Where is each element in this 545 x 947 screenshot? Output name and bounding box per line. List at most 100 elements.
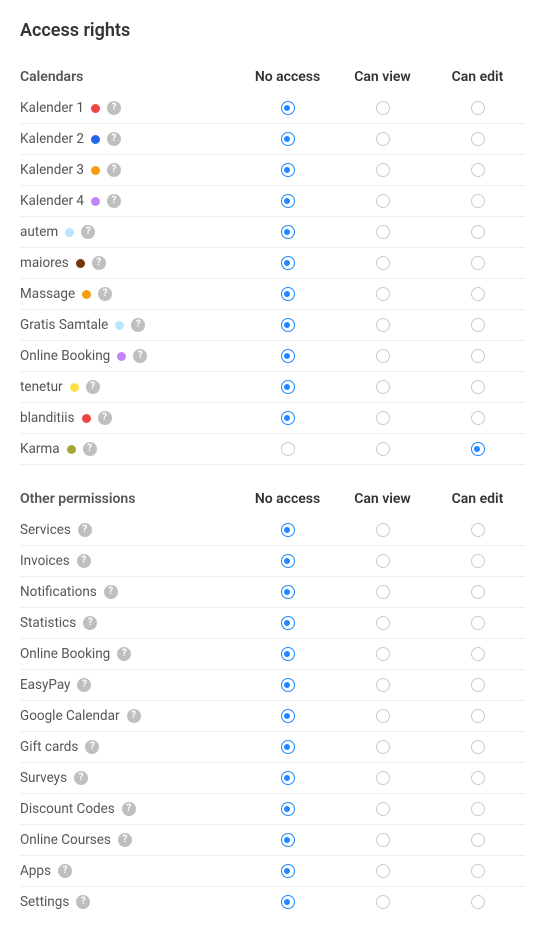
- radio-can-edit[interactable]: [471, 771, 485, 785]
- help-icon[interactable]: ?: [83, 616, 97, 630]
- radio-can-edit[interactable]: [471, 225, 485, 239]
- help-icon[interactable]: ?: [86, 380, 100, 394]
- radio-no-access[interactable]: [281, 585, 295, 599]
- radio-no-access[interactable]: [281, 101, 295, 115]
- radio-no-access[interactable]: [281, 287, 295, 301]
- radio-can-edit[interactable]: [471, 678, 485, 692]
- radio-can-edit[interactable]: [471, 709, 485, 723]
- radio-can-edit[interactable]: [471, 163, 485, 177]
- radio-no-access[interactable]: [281, 523, 295, 537]
- radio-no-access[interactable]: [281, 411, 295, 425]
- radio-no-access[interactable]: [281, 647, 295, 661]
- help-icon[interactable]: ?: [85, 740, 99, 754]
- radio-can-view[interactable]: [376, 585, 390, 599]
- radio-can-edit[interactable]: [471, 411, 485, 425]
- radio-no-access[interactable]: [281, 349, 295, 363]
- radio-can-view[interactable]: [376, 256, 390, 270]
- radio-can-edit[interactable]: [471, 380, 485, 394]
- radio-no-access[interactable]: [281, 895, 295, 909]
- radio-can-edit[interactable]: [471, 442, 485, 456]
- radio-can-view[interactable]: [376, 616, 390, 630]
- radio-no-access[interactable]: [281, 833, 295, 847]
- radio-no-access[interactable]: [281, 802, 295, 816]
- help-icon[interactable]: ?: [107, 163, 121, 177]
- radio-can-edit[interactable]: [471, 256, 485, 270]
- help-icon[interactable]: ?: [83, 442, 97, 456]
- radio-no-access[interactable]: [281, 132, 295, 146]
- radio-can-edit[interactable]: [471, 895, 485, 909]
- radio-can-view[interactable]: [376, 411, 390, 425]
- radio-can-view[interactable]: [376, 554, 390, 568]
- help-icon[interactable]: ?: [81, 225, 95, 239]
- help-icon[interactable]: ?: [74, 771, 88, 785]
- radio-can-view[interactable]: [376, 895, 390, 909]
- radio-can-edit[interactable]: [471, 287, 485, 301]
- help-icon[interactable]: ?: [131, 318, 145, 332]
- help-icon[interactable]: ?: [107, 194, 121, 208]
- radio-can-view[interactable]: [376, 678, 390, 692]
- help-icon[interactable]: ?: [78, 523, 92, 537]
- radio-can-edit[interactable]: [471, 740, 485, 754]
- radio-no-access[interactable]: [281, 864, 295, 878]
- radio-can-edit[interactable]: [471, 132, 485, 146]
- radio-can-view[interactable]: [376, 771, 390, 785]
- radio-can-edit[interactable]: [471, 318, 485, 332]
- radio-can-view[interactable]: [376, 523, 390, 537]
- radio-can-edit[interactable]: [471, 349, 485, 363]
- radio-can-view[interactable]: [376, 287, 390, 301]
- help-icon[interactable]: ?: [107, 101, 121, 115]
- radio-can-view[interactable]: [376, 318, 390, 332]
- radio-can-view[interactable]: [376, 709, 390, 723]
- radio-no-access[interactable]: [281, 194, 295, 208]
- help-icon[interactable]: ?: [58, 864, 72, 878]
- radio-can-view[interactable]: [376, 132, 390, 146]
- radio-can-edit[interactable]: [471, 554, 485, 568]
- radio-no-access[interactable]: [281, 380, 295, 394]
- radio-no-access[interactable]: [281, 442, 295, 456]
- help-icon[interactable]: ?: [77, 554, 91, 568]
- radio-no-access[interactable]: [281, 709, 295, 723]
- help-icon[interactable]: ?: [98, 287, 112, 301]
- help-icon[interactable]: ?: [104, 585, 118, 599]
- radio-no-access[interactable]: [281, 678, 295, 692]
- help-icon[interactable]: ?: [127, 709, 141, 723]
- radio-can-edit[interactable]: [471, 864, 485, 878]
- radio-can-view[interactable]: [376, 225, 390, 239]
- radio-can-view[interactable]: [376, 380, 390, 394]
- radio-can-view[interactable]: [376, 163, 390, 177]
- radio-can-view[interactable]: [376, 647, 390, 661]
- radio-can-view[interactable]: [376, 194, 390, 208]
- radio-can-view[interactable]: [376, 833, 390, 847]
- radio-can-edit[interactable]: [471, 647, 485, 661]
- radio-can-edit[interactable]: [471, 616, 485, 630]
- radio-can-edit[interactable]: [471, 802, 485, 816]
- help-icon[interactable]: ?: [133, 349, 147, 363]
- help-icon[interactable]: ?: [122, 802, 136, 816]
- radio-can-edit[interactable]: [471, 194, 485, 208]
- radio-can-edit[interactable]: [471, 585, 485, 599]
- radio-can-view[interactable]: [376, 802, 390, 816]
- radio-can-edit[interactable]: [471, 101, 485, 115]
- radio-no-access[interactable]: [281, 318, 295, 332]
- help-icon[interactable]: ?: [118, 833, 132, 847]
- help-icon[interactable]: ?: [117, 647, 131, 661]
- radio-no-access[interactable]: [281, 163, 295, 177]
- radio-can-edit[interactable]: [471, 833, 485, 847]
- help-icon[interactable]: ?: [76, 895, 90, 909]
- radio-can-view[interactable]: [376, 349, 390, 363]
- radio-no-access[interactable]: [281, 616, 295, 630]
- help-icon[interactable]: ?: [77, 678, 91, 692]
- help-icon[interactable]: ?: [98, 411, 112, 425]
- radio-can-view[interactable]: [376, 442, 390, 456]
- radio-no-access[interactable]: [281, 554, 295, 568]
- radio-no-access[interactable]: [281, 771, 295, 785]
- radio-no-access[interactable]: [281, 225, 295, 239]
- help-icon[interactable]: ?: [92, 256, 106, 270]
- radio-no-access[interactable]: [281, 256, 295, 270]
- radio-can-edit[interactable]: [471, 523, 485, 537]
- radio-can-view[interactable]: [376, 740, 390, 754]
- radio-can-view[interactable]: [376, 864, 390, 878]
- radio-no-access[interactable]: [281, 740, 295, 754]
- help-icon[interactable]: ?: [107, 132, 121, 146]
- radio-can-view[interactable]: [376, 101, 390, 115]
